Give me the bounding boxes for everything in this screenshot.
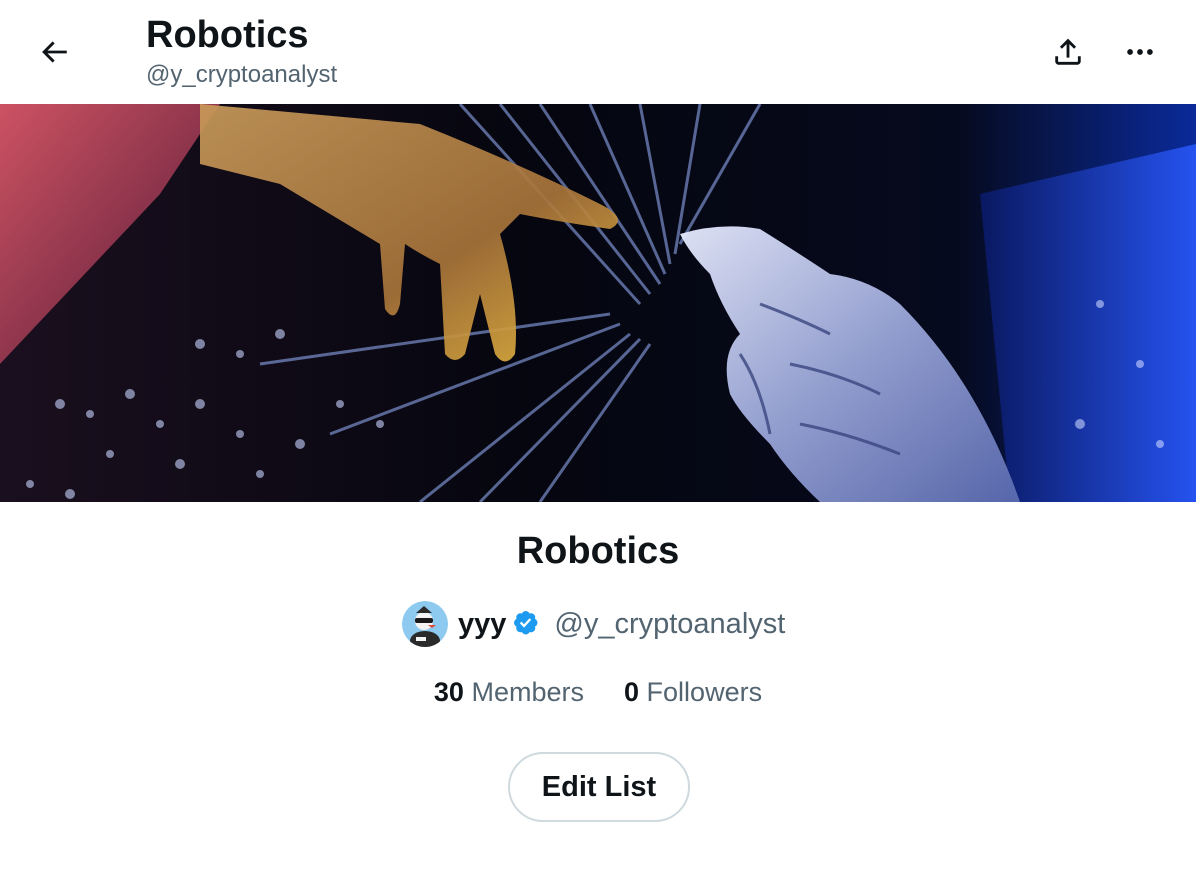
back-button[interactable] (30, 28, 78, 76)
members-count: 30 (433, 677, 464, 707)
share-icon (1055, 38, 1081, 65)
followers-count: 0 (624, 677, 640, 707)
list-stats: 30 Members 0 Followers (0, 672, 1196, 712)
more-icon (1127, 49, 1153, 55)
list-name: Robotics (516, 530, 680, 572)
avatar[interactable] (402, 601, 448, 647)
header-titles: Robotics @y_cryptoanalyst (146, 12, 337, 90)
back-arrow-icon (42, 41, 67, 63)
share-button[interactable] (1044, 28, 1092, 76)
top-bar: Robotics @y_cryptoanalyst (0, 0, 1196, 104)
verified-badge-icon (512, 608, 544, 640)
followers-stat[interactable]: 0 Followers (624, 672, 762, 712)
list-banner-image (0, 104, 1196, 502)
owner-name[interactable]: yyy (458, 608, 506, 641)
header-handle: @y_cryptoanalyst (146, 61, 338, 88)
more-options-button[interactable] (1116, 28, 1164, 76)
list-owner[interactable]: yyy @y_cryptoanalyst (402, 600, 785, 648)
followers-label: Followers (646, 677, 763, 707)
members-stat[interactable]: 30 Members (434, 672, 584, 712)
header-title: Robotics (146, 14, 309, 56)
owner-handle[interactable]: @y_cryptoanalyst (554, 608, 785, 641)
edit-list-button[interactable]: Edit List (508, 752, 690, 822)
members-label: Members (471, 677, 584, 707)
